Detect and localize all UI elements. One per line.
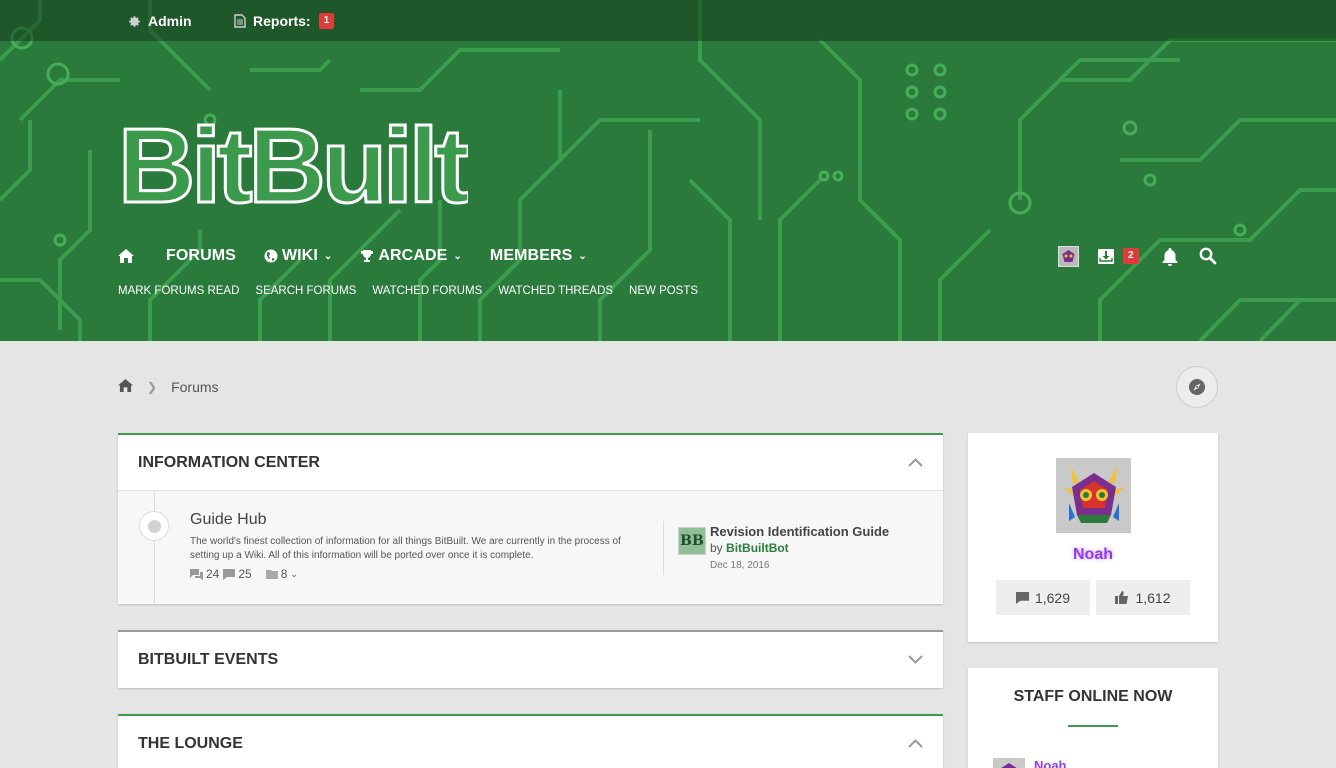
node-stats: 24 25 8 ⌄ <box>190 567 302 581</box>
reports-label: Reports: <box>253 13 311 29</box>
category-title[interactable]: THE LOUNGE <box>138 735 243 753</box>
latest-thread-author: by BitBuiltBot <box>710 541 789 555</box>
chevron-up-icon[interactable] <box>908 458 923 467</box>
home-icon <box>118 379 133 392</box>
breadcrumb: ❯ Forums <box>118 376 219 398</box>
chevron-down-icon[interactable] <box>908 655 923 664</box>
nav-arcade[interactable]: ARCADE ⌄ <box>360 247 462 265</box>
sidebar-staff-online: STAFF ONLINE NOW Noah <box>968 668 1218 768</box>
admin-label: Admin <box>148 13 192 29</box>
subnav-watched-forums[interactable]: WATCHED FORUMS <box>372 285 482 297</box>
inbox-icon <box>1098 248 1114 264</box>
node-title[interactable]: Guide Hub <box>190 511 267 529</box>
nav-forums-label: FORUMS <box>166 247 236 264</box>
subnav-mark-forums-read[interactable]: MARK FORUMS READ <box>118 285 239 297</box>
chevron-up-icon[interactable] <box>908 739 923 748</box>
node-description: The world's finest collection of informa… <box>190 536 621 561</box>
thumbs-up-icon <box>1115 591 1129 604</box>
search-icon <box>1199 247 1216 265</box>
globe-icon <box>264 249 278 263</box>
threads-count: 24 <box>206 567 220 581</box>
main-navigation: FORUMS WIKI ⌄ ARCADE ⌄ MEMBERS ⌄ <box>118 244 615 268</box>
staff-online-heading: STAFF ONLINE NOW <box>1013 688 1173 705</box>
nav-home[interactable] <box>118 249 134 263</box>
nav-members[interactable]: MEMBERS ⌄ <box>490 247 587 265</box>
nav-wiki[interactable]: WIKI ⌄ <box>264 247 332 265</box>
subforums-count: 8 <box>280 567 288 581</box>
nav-members-label: MEMBERS <box>489 247 573 264</box>
author-link[interactable]: BitBuiltBot <box>726 541 789 555</box>
staff-bar: Admin Reports: 1 <box>0 0 1336 41</box>
profile-messages-stat[interactable]: 1,629 <box>996 580 1090 615</box>
subforums-menu[interactable]: 8 ⌄ <box>265 567 298 581</box>
staff-member-avatar[interactable] <box>993 758 1025 768</box>
inbox-count-badge: 2 <box>1123 248 1139 264</box>
breadcrumb-current[interactable]: Forums <box>171 379 218 395</box>
account-avatar[interactable] <box>1058 245 1079 267</box>
folder-icon <box>265 570 278 579</box>
message-icon <box>223 568 236 580</box>
latest-thread-title[interactable]: Revision Identification Guide <box>710 524 889 539</box>
breadcrumb-home[interactable] <box>118 379 133 395</box>
category-header: INFORMATION CENTER <box>118 433 943 490</box>
profile-reactions-stat[interactable]: 1,612 <box>1096 580 1190 615</box>
subnav-search-forums[interactable]: SEARCH FORUMS <box>255 285 356 297</box>
profile-avatar[interactable] <box>1056 458 1131 533</box>
chevron-down-icon: ⌄ <box>323 250 333 262</box>
category-information-center: INFORMATION CENTER Guide Hub The world's… <box>118 433 943 604</box>
profile-username[interactable]: Noah <box>968 546 1218 564</box>
search-button[interactable] <box>1199 247 1217 265</box>
latest-thread-date[interactable]: Dec 18, 2016 <box>710 560 770 571</box>
chevron-down-icon: ⌄ <box>453 250 462 262</box>
category-title[interactable]: BITBUILT EVENTS <box>138 651 278 669</box>
bitbuilt-logo[interactable]: BitBuilt <box>118 100 468 211</box>
reports-link[interactable]: Reports: 1 <box>234 12 335 30</box>
chevron-right-icon: ❯ <box>147 380 158 394</box>
nav-wiki-label: WIKI <box>281 247 318 264</box>
category-header: BITBUILT EVENTS <box>118 630 943 687</box>
trophy-icon <box>360 249 374 263</box>
threads-icon <box>190 568 203 580</box>
messages-count: 25 <box>238 567 252 581</box>
home-icon <box>118 249 134 263</box>
site-header: Admin Reports: 1 BitBuilt FORUMS WIKI ⌄ <box>0 0 1336 341</box>
threads-stat: 24 <box>190 567 219 581</box>
svg-text:BitBuilt: BitBuilt <box>118 107 468 210</box>
staff-member-name[interactable]: Noah <box>1034 758 1067 768</box>
messages-count: 1,629 <box>1034 589 1071 606</box>
sidebar-profile-card: Noah 1,629 1,612 <box>968 433 1218 642</box>
message-icon <box>1015 591 1029 604</box>
subnav-watched-threads[interactable]: WATCHED THREADS <box>498 285 613 297</box>
category-bitbuilt-events: BITBUILT EVENTS <box>118 630 943 688</box>
sub-navigation: MARK FORUMS READ SEARCH FORUMS WATCHED F… <box>118 285 714 297</box>
chevron-down-icon: ⌄ <box>578 250 587 262</box>
category-the-lounge: THE LOUNGE <box>118 714 943 768</box>
reactions-count: 1,612 <box>1135 589 1171 606</box>
latest-post-avatar[interactable]: BB <box>678 527 706 555</box>
category-header: THE LOUNGE <box>118 714 943 768</box>
messages-stat: 25 <box>223 567 252 581</box>
category-title[interactable]: INFORMATION CENTER <box>138 454 320 472</box>
nav-arcade-label: ARCADE <box>378 247 448 264</box>
compass-icon <box>1189 379 1205 395</box>
node-connector <box>154 491 155 604</box>
nav-forums[interactable]: FORUMS <box>166 247 236 265</box>
chevron-down-icon: ⌄ <box>290 568 298 579</box>
heading-underline <box>1068 725 1118 727</box>
reports-count-badge: 1 <box>318 13 335 29</box>
admin-link[interactable]: Admin <box>128 12 192 30</box>
document-icon <box>234 14 246 28</box>
forum-read-status-icon[interactable] <box>139 511 169 541</box>
by-label: by <box>710 541 723 555</box>
subnav-new-posts[interactable]: NEW POSTS <box>629 285 698 297</box>
bell-icon <box>1162 247 1178 266</box>
gear-icon <box>128 15 141 28</box>
alerts-button[interactable] <box>1161 247 1179 266</box>
user-actions: 2 <box>1058 244 1217 268</box>
inbox-button[interactable]: 2 <box>1097 248 1139 265</box>
forum-node: Guide Hub The world's finest collection … <box>118 490 943 604</box>
node-divider <box>663 521 664 575</box>
jump-to-button[interactable] <box>1176 366 1218 408</box>
